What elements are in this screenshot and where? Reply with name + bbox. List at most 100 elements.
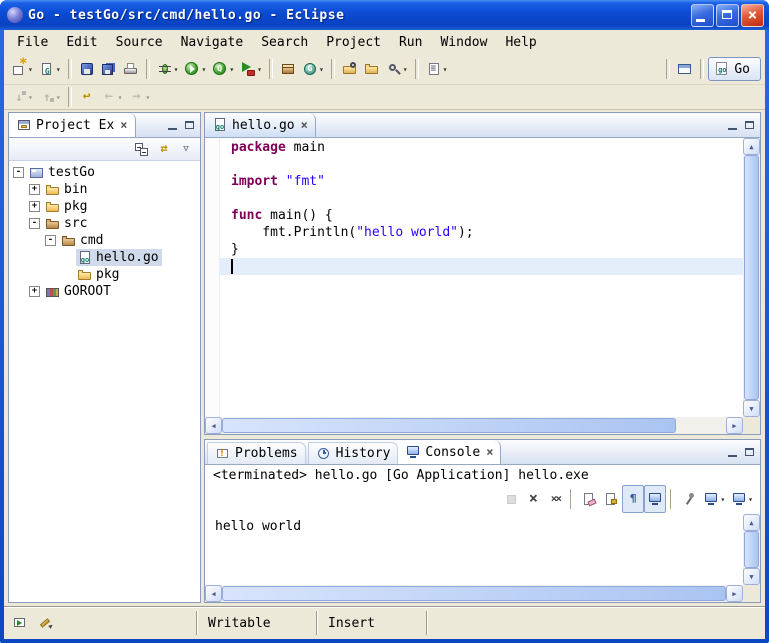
- expander-icon[interactable]: +: [29, 201, 40, 212]
- tree-item-pkg[interactable]: +pkg: [9, 198, 200, 215]
- remove-all-launches-button[interactable]: [544, 485, 566, 513]
- code-line[interactable]: [219, 190, 743, 207]
- code-line[interactable]: [219, 156, 743, 173]
- go-perspective-button[interactable]: Go: [708, 57, 761, 81]
- minimize-view-button[interactable]: [164, 118, 181, 133]
- link-with-editor-button[interactable]: [153, 135, 175, 163]
- remove-launch-button[interactable]: [522, 485, 544, 513]
- menu-file[interactable]: File: [8, 32, 57, 53]
- close-icon[interactable]: ×: [301, 119, 308, 131]
- display-selected-console-button[interactable]: ▾: [700, 485, 728, 513]
- expander-icon[interactable]: -: [45, 235, 56, 246]
- close-icon[interactable]: ×: [120, 119, 127, 131]
- open-go-resource-button[interactable]: [339, 55, 361, 83]
- tab-problems[interactable]: Problems: [207, 442, 306, 464]
- console-horizontal-scroll-track[interactable]: [222, 585, 726, 602]
- tree-item-bin[interactable]: +bin: [9, 181, 200, 198]
- console-vertical-scroll-track[interactable]: [743, 531, 760, 568]
- editor-content[interactable]: package main import "fmt" func main() { fm…: [205, 138, 760, 434]
- pin-console-button[interactable]: [678, 485, 700, 513]
- search-button[interactable]: ▾: [383, 55, 411, 83]
- tree-item-cmd[interactable]: -cmd: [9, 232, 200, 249]
- maximize-button[interactable]: [716, 4, 739, 27]
- profile-button[interactable]: ▾: [209, 55, 237, 83]
- save-all-button[interactable]: [98, 55, 120, 83]
- run-button[interactable]: ▾: [181, 55, 209, 83]
- tree-item-pkg[interactable]: pkg: [9, 266, 200, 283]
- code-line[interactable]: func main() {: [219, 207, 743, 224]
- menu-window[interactable]: Window: [431, 32, 496, 53]
- editor-vertical-scroll-down-button[interactable]: ▼: [743, 400, 760, 417]
- next-annotation-button[interactable]: ▾: [8, 83, 36, 111]
- tree-item-testgo[interactable]: -testGo: [9, 164, 200, 181]
- menu-source[interactable]: Source: [107, 32, 172, 53]
- forward-button[interactable]: ▾: [125, 83, 153, 111]
- scroll-lock-button[interactable]: [600, 485, 622, 513]
- debug-button[interactable]: ▾: [154, 55, 182, 83]
- code-line[interactable]: import "fmt": [219, 173, 743, 190]
- maximize-view-button[interactable]: [741, 445, 758, 460]
- close-icon[interactable]: ×: [486, 446, 493, 458]
- fast-view-button[interactable]: [9, 609, 31, 637]
- titlebar[interactable]: Go - testGo/src/cmd/hello.go - Eclipse: [0, 0, 769, 30]
- tree-item-hello-go[interactable]: hello.go: [9, 249, 200, 266]
- new-wizard-button[interactable]: ▾: [8, 55, 36, 83]
- expander-icon[interactable]: +: [29, 286, 40, 297]
- go-pencil-button[interactable]: [35, 609, 57, 637]
- print-button[interactable]: [120, 55, 142, 83]
- console-vertical-scroll-up-button[interactable]: ▲: [743, 514, 760, 531]
- code-line[interactable]: package main: [219, 139, 743, 156]
- code-area[interactable]: package main import "fmt" func main() { fm…: [219, 139, 743, 417]
- save-button[interactable]: [76, 55, 98, 83]
- editor-horizontal-scroll-track[interactable]: [222, 417, 726, 434]
- menu-project[interactable]: Project: [317, 32, 390, 53]
- minimize-view-button[interactable]: [724, 118, 741, 133]
- editor-horizontal-scroll-thumb[interactable]: [222, 418, 676, 433]
- view-menu-button[interactable]: [175, 135, 197, 163]
- console-vertical-scroll-thumb[interactable]: [744, 531, 759, 568]
- code-line[interactable]: fmt.Println("hello world");: [219, 224, 743, 241]
- console-vertical-scroll-down-button[interactable]: ▼: [743, 568, 760, 585]
- code-line[interactable]: }: [219, 241, 743, 258]
- expander-icon[interactable]: +: [29, 184, 40, 195]
- code-line[interactable]: [219, 258, 743, 275]
- close-button[interactable]: [741, 4, 764, 27]
- new-go-package-button[interactable]: [277, 55, 299, 83]
- tab-project-explorer[interactable]: Project Ex ×: [9, 113, 136, 137]
- new-go-element-button[interactable]: ▾: [36, 55, 64, 83]
- open-folder-button[interactable]: [361, 55, 383, 83]
- open-perspective-button[interactable]: [674, 55, 696, 83]
- maximize-view-button[interactable]: [181, 118, 198, 133]
- menu-edit[interactable]: Edit: [57, 32, 106, 53]
- tree-item-src[interactable]: -src: [9, 215, 200, 232]
- open-console-button[interactable]: ▾: [728, 485, 756, 513]
- back-button[interactable]: ▾: [98, 83, 126, 111]
- console-horizontal-scroll-thumb[interactable]: [222, 586, 726, 601]
- menu-run[interactable]: Run: [390, 32, 431, 53]
- console-horizontal-scrollbar[interactable]: ◀▶: [205, 585, 743, 602]
- minimize-view-button[interactable]: [724, 445, 741, 460]
- expander-icon[interactable]: -: [29, 218, 40, 229]
- last-edit-location-button[interactable]: [76, 83, 98, 111]
- maximize-view-button[interactable]: [741, 118, 758, 133]
- editor-vertical-scroll-up-button[interactable]: ▲: [743, 138, 760, 155]
- expander-icon[interactable]: -: [13, 167, 24, 178]
- editor-horizontal-scroll-right-button[interactable]: ▶: [726, 417, 743, 434]
- clear-console-button[interactable]: [578, 485, 600, 513]
- tab-console[interactable]: Console×: [398, 440, 501, 464]
- menu-help[interactable]: Help: [496, 32, 545, 53]
- editor-horizontal-scrollbar[interactable]: ◀▶: [205, 417, 743, 434]
- menu-search[interactable]: Search: [252, 32, 317, 53]
- annotations-button[interactable]: ▾: [423, 55, 451, 83]
- editor-horizontal-scroll-left-button[interactable]: ◀: [205, 417, 222, 434]
- editor-vertical-scrollbar[interactable]: ▲▼: [743, 138, 760, 417]
- tab-hello-go[interactable]: hello.go ×: [205, 113, 316, 137]
- show-console-on-output-button[interactable]: [644, 485, 666, 513]
- console-horizontal-scroll-left-button[interactable]: ◀: [205, 585, 222, 602]
- minimize-button[interactable]: [691, 4, 714, 27]
- console-horizontal-scroll-right-button[interactable]: ▶: [726, 585, 743, 602]
- collapse-all-button[interactable]: [131, 135, 153, 163]
- external-tools-button[interactable]: ▾: [237, 55, 265, 83]
- editor-vertical-scroll-track[interactable]: [743, 155, 760, 400]
- editor-vertical-scroll-thumb[interactable]: [744, 155, 759, 400]
